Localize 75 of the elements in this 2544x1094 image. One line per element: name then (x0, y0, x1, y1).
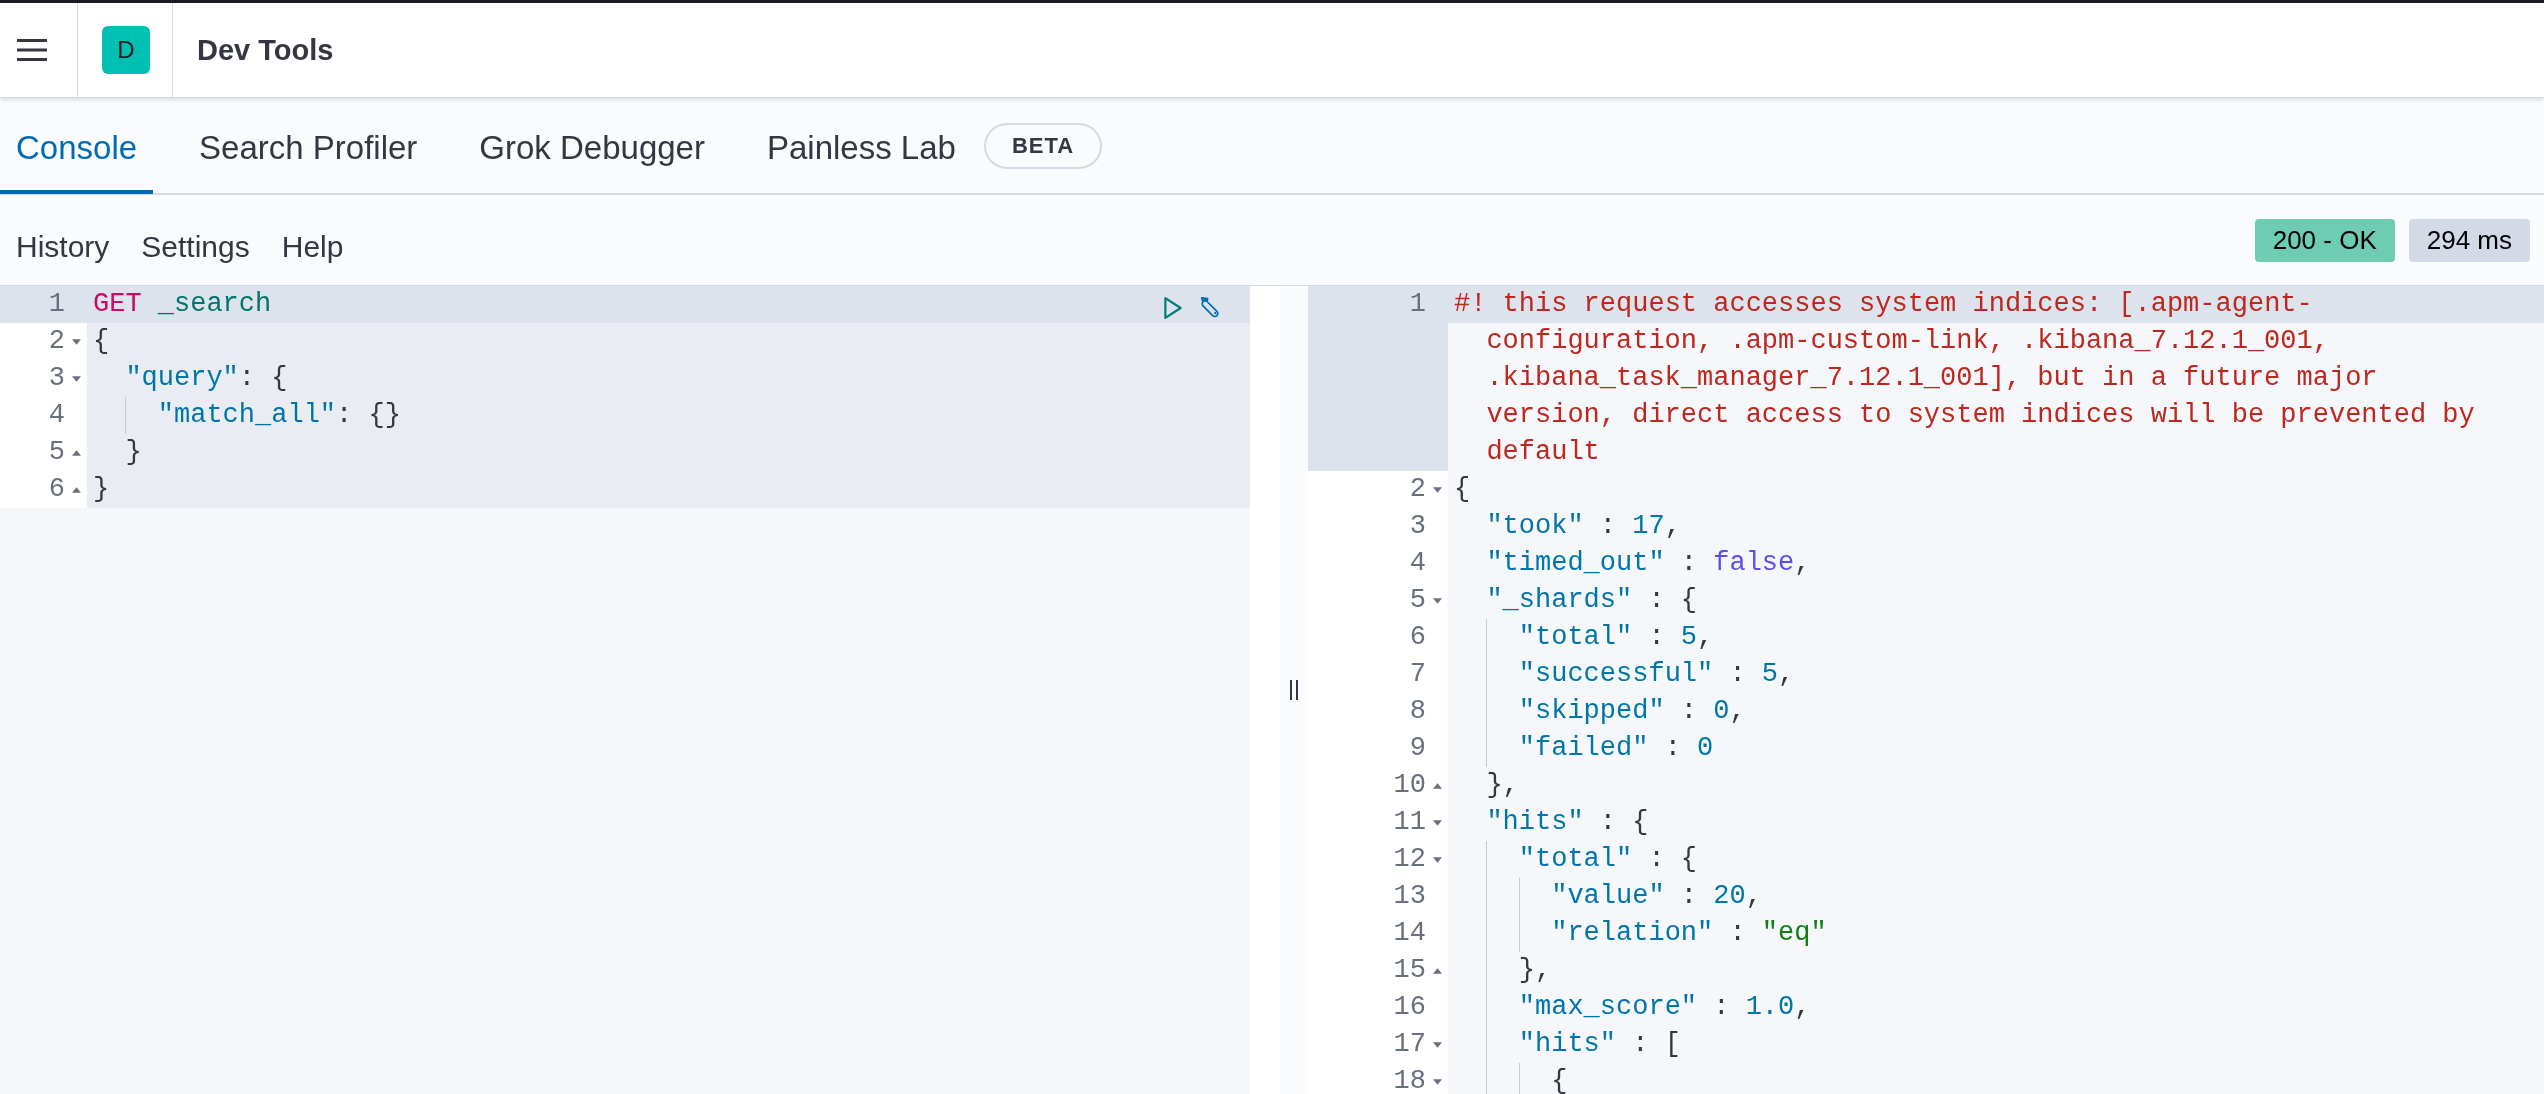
fold-up-icon[interactable] (71, 486, 81, 493)
line-number: 3 (48, 362, 65, 395)
tab[interactable]: Grok Debugger (463, 97, 721, 194)
fold-down-icon[interactable] (1432, 1078, 1442, 1085)
page-title: Dev Tools (197, 33, 334, 67)
code-line: "_shards" : { (1485, 585, 1698, 615)
duration-badge: 294 ms (2408, 218, 2530, 262)
line-number: 3 (1409, 510, 1426, 543)
space-avatar[interactable]: D (102, 26, 150, 74)
status-badge: 200 - OK (2254, 218, 2395, 262)
code-line: { (1454, 474, 1471, 504)
line-number: 10 (1393, 769, 1426, 802)
fold-down-icon[interactable] (71, 375, 81, 382)
fold-down-icon[interactable] (1432, 1041, 1442, 1048)
code-line: "total" : 5, (1517, 622, 1714, 652)
fold-up-icon[interactable] (71, 449, 81, 456)
code-line: } (124, 437, 142, 467)
code-line: "took" : 17, (1485, 511, 1681, 541)
tab[interactable]: Painless Lab (750, 97, 972, 194)
line-number: 15 (1393, 954, 1426, 987)
code-line: { (1550, 1066, 1568, 1094)
line-number: 7 (1409, 658, 1426, 691)
fold-down-icon[interactable] (1432, 856, 1442, 863)
line-number: 9 (1409, 732, 1426, 765)
line-number: 6 (1409, 621, 1426, 654)
line-number: 12 (1393, 843, 1426, 876)
menu-icon[interactable] (17, 39, 47, 61)
line-number: 14 (1393, 917, 1426, 950)
code-line: "failed" : 0 (1517, 733, 1714, 763)
code-line: "value" : 20, (1550, 881, 1762, 911)
code-line: "skipped" : 0, (1517, 696, 1746, 726)
tab[interactable]: Search Profiler (183, 97, 434, 194)
play-icon[interactable] (1162, 296, 1184, 320)
code-line: "hits" : { (1485, 807, 1649, 837)
line-number: 2 (1409, 473, 1426, 506)
line-number: 6 (48, 473, 65, 506)
code-line: "successful" : 5, (1517, 659, 1795, 689)
fold-down-icon[interactable] (71, 338, 81, 345)
fold-down-icon[interactable] (1432, 597, 1442, 604)
wrench-icon[interactable] (1200, 296, 1222, 320)
code-line: } (93, 474, 110, 504)
code-line: GET _search (93, 289, 272, 319)
beta-badge: BETA (983, 122, 1103, 169)
fold-down-icon[interactable] (1432, 486, 1442, 493)
line-number: 8 (1409, 695, 1426, 728)
line-number: 1 (1409, 288, 1426, 321)
code-line: "total" : { (1517, 844, 1698, 874)
code-line: "match_all": {} (156, 400, 401, 430)
line-number: 5 (48, 436, 65, 469)
fold-down-icon[interactable] (1432, 819, 1442, 826)
toolbar-link[interactable]: Settings (141, 230, 250, 264)
line-number: 5 (1409, 584, 1426, 617)
toolbar-link[interactable]: History (16, 230, 110, 264)
code-line: }, (1517, 955, 1552, 985)
line-number: 17 (1393, 1028, 1426, 1061)
warning-comment: #! this request accesses system indices: [.apm-agent-configuration, .apm-custom-link, .kibana_7.12.1_001, .kibana_task_manager_7.12.1_001], but in a future major version, direct access to system indices will be prevented by default (1454, 288, 2476, 469)
code-line: "max_score" : 1.0, (1517, 992, 1811, 1022)
toolbar-link[interactable]: Help (281, 230, 344, 264)
code-line: "query": { (124, 363, 288, 393)
line-number: 18 (1393, 1065, 1426, 1094)
line-number: 16 (1393, 991, 1426, 1024)
code-line: { (93, 326, 110, 356)
code-line: "hits" : [ (1517, 1029, 1681, 1059)
fold-up-icon[interactable] (1432, 782, 1442, 789)
line-number: 1 (48, 288, 65, 321)
line-number: 2 (48, 325, 65, 358)
line-number: 4 (48, 399, 65, 432)
line-number: 4 (1409, 547, 1426, 580)
code-line: "timed_out" : false, (1485, 548, 1811, 578)
fold-up-icon[interactable] (1432, 967, 1442, 974)
line-number: 11 (1393, 806, 1426, 839)
code-line: }, (1485, 770, 1519, 800)
line-number: 13 (1393, 880, 1426, 913)
resize-handle-icon[interactable] (1290, 679, 1298, 701)
code-line: "relation" : "eq" (1550, 918, 1827, 948)
